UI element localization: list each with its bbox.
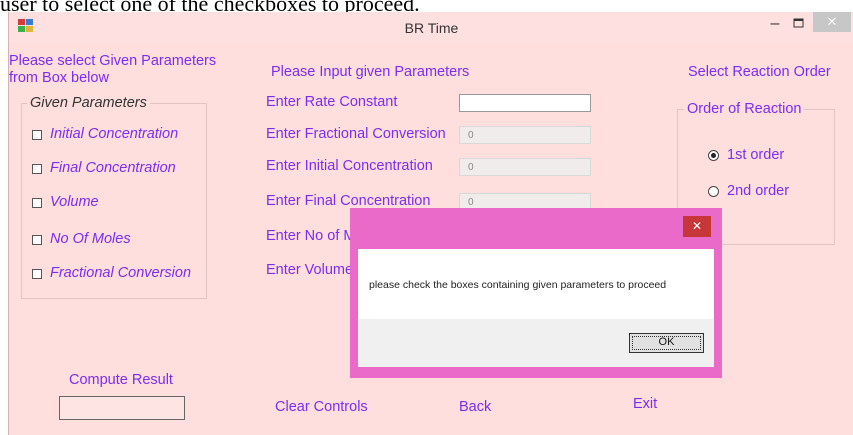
checkbox-icon[interactable] <box>32 269 42 279</box>
initial-concentration-label: Enter Initial Concentration <box>266 158 433 174</box>
dialog-body: please check the boxes containing given … <box>358 249 714 319</box>
clear-controls-button[interactable]: Clear Controls <box>275 399 368 415</box>
back-button[interactable]: Back <box>459 399 491 415</box>
radio-unselected-icon[interactable] <box>708 186 719 197</box>
radio-label: 1st order <box>727 147 785 163</box>
fractional-conversion-input[interactable]: 0 <box>459 126 591 144</box>
checkbox-fractional-conversion[interactable]: Fractional Conversion <box>32 265 202 283</box>
checkbox-icon[interactable] <box>32 130 42 140</box>
checkbox-no-of-moles[interactable]: No Of Moles <box>32 231 202 249</box>
no-of-moles-label: Enter No of Mo <box>266 228 364 244</box>
option-label: No Of Moles <box>50 231 131 247</box>
maximize-button[interactable] <box>788 16 810 34</box>
message-dialog: ✕ please check the boxes containing give… <box>350 208 722 378</box>
given-parameters-group: Given Parameters Initial Concentration F… <box>21 95 207 299</box>
window-title: BR Time <box>404 20 459 36</box>
option-label: Volume <box>50 194 99 210</box>
checkbox-icon[interactable] <box>32 164 42 174</box>
compute-result-button[interactable]: Compute Result <box>69 372 173 388</box>
close-button[interactable]: ✕ <box>813 12 851 32</box>
radio-label: 2nd order <box>727 183 790 199</box>
rate-constant-input[interactable] <box>459 94 591 112</box>
volume-label: Enter Volume <box>266 262 354 278</box>
dialog-close-button[interactable]: ✕ <box>683 216 711 237</box>
order-of-reaction-title: Order of Reaction <box>684 101 805 117</box>
rate-constant-label: Enter Rate Constant <box>266 94 398 110</box>
radio-1st-order[interactable]: 1st order <box>708 147 808 165</box>
exit-button[interactable]: Exit <box>633 396 657 412</box>
checkbox-volume[interactable]: Volume <box>32 194 202 212</box>
radio-2nd-order[interactable]: 2nd order <box>708 183 808 201</box>
result-field[interactable] <box>59 396 185 420</box>
dialog-message: please check the boxes containing given … <box>369 279 667 291</box>
radio-selected-icon[interactable] <box>708 150 719 161</box>
dialog-footer: OK <box>358 319 714 367</box>
checkbox-final-concentration[interactable]: Final Concentration <box>32 160 202 178</box>
minimize-button[interactable]: – <box>764 16 786 34</box>
checkbox-icon[interactable] <box>32 235 42 245</box>
initial-concentration-input[interactable]: 0 <box>459 158 591 176</box>
fractional-conversion-label: Enter Fractional Conversion <box>266 126 446 142</box>
input-parameters-heading: Please Input given Parameters <box>271 64 470 80</box>
checkbox-icon[interactable] <box>32 198 42 208</box>
checkbox-initial-concentration[interactable]: Initial Concentration <box>32 126 202 144</box>
option-label: Fractional Conversion <box>50 265 192 281</box>
option-label: Final Concentration <box>50 160 176 176</box>
final-concentration-label: Enter Final Concentration <box>266 193 431 209</box>
maximize-icon <box>793 18 804 28</box>
reaction-order-heading: Select Reaction Order <box>688 64 831 80</box>
title-bar: BR Time – ✕ <box>9 12 853 42</box>
given-parameters-title: Given Parameters <box>27 95 150 111</box>
ok-button[interactable]: OK <box>629 333 704 353</box>
option-label: Initial Concentration <box>50 126 179 142</box>
select-parameters-instruction: Please select Given Parameters from Box … <box>9 53 217 86</box>
